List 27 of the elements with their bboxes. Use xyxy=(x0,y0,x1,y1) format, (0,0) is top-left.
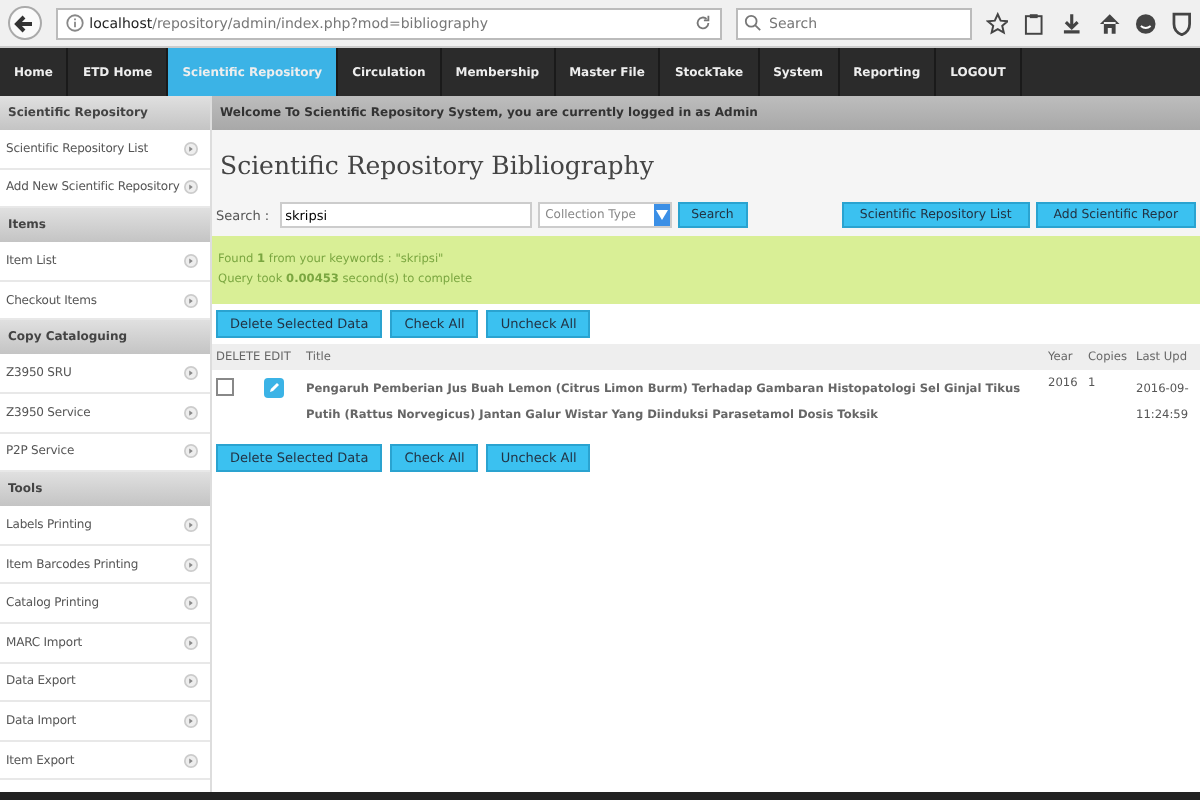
back-button[interactable] xyxy=(8,6,42,40)
row-checkbox[interactable] xyxy=(216,378,234,396)
star-icon[interactable] xyxy=(985,11,1009,35)
arrow-circle-icon xyxy=(184,253,198,268)
caret-icon xyxy=(655,210,668,220)
arrow-circle-icon xyxy=(184,674,198,689)
shield-icon[interactable] xyxy=(1172,11,1192,35)
smiley-icon[interactable] xyxy=(1134,11,1159,35)
arrow-circle-icon xyxy=(184,517,198,532)
clipboard-icon[interactable] xyxy=(1022,11,1046,35)
home-icon[interactable] xyxy=(1097,11,1121,35)
arrow-circle-icon xyxy=(184,405,198,420)
arrow-circle-icon xyxy=(184,366,198,381)
reload-icon[interactable] xyxy=(693,14,712,32)
arrow-circle-icon xyxy=(184,635,198,650)
back-arrow-icon xyxy=(12,11,37,35)
info-icon xyxy=(65,14,84,32)
arrow-circle-icon xyxy=(184,753,198,768)
arrow-circle-icon xyxy=(184,596,198,611)
arrow-circle-icon xyxy=(184,293,198,308)
arrow-circle-icon xyxy=(184,713,198,728)
arrow-circle-icon xyxy=(184,444,198,459)
arrow-circle-icon xyxy=(184,141,198,156)
page-title: Scientific Repository Bibliography xyxy=(212,130,1200,196)
arrow-circle-icon xyxy=(184,557,198,572)
arrow-circle-icon xyxy=(184,180,198,195)
download-icon[interactable] xyxy=(1059,11,1084,35)
